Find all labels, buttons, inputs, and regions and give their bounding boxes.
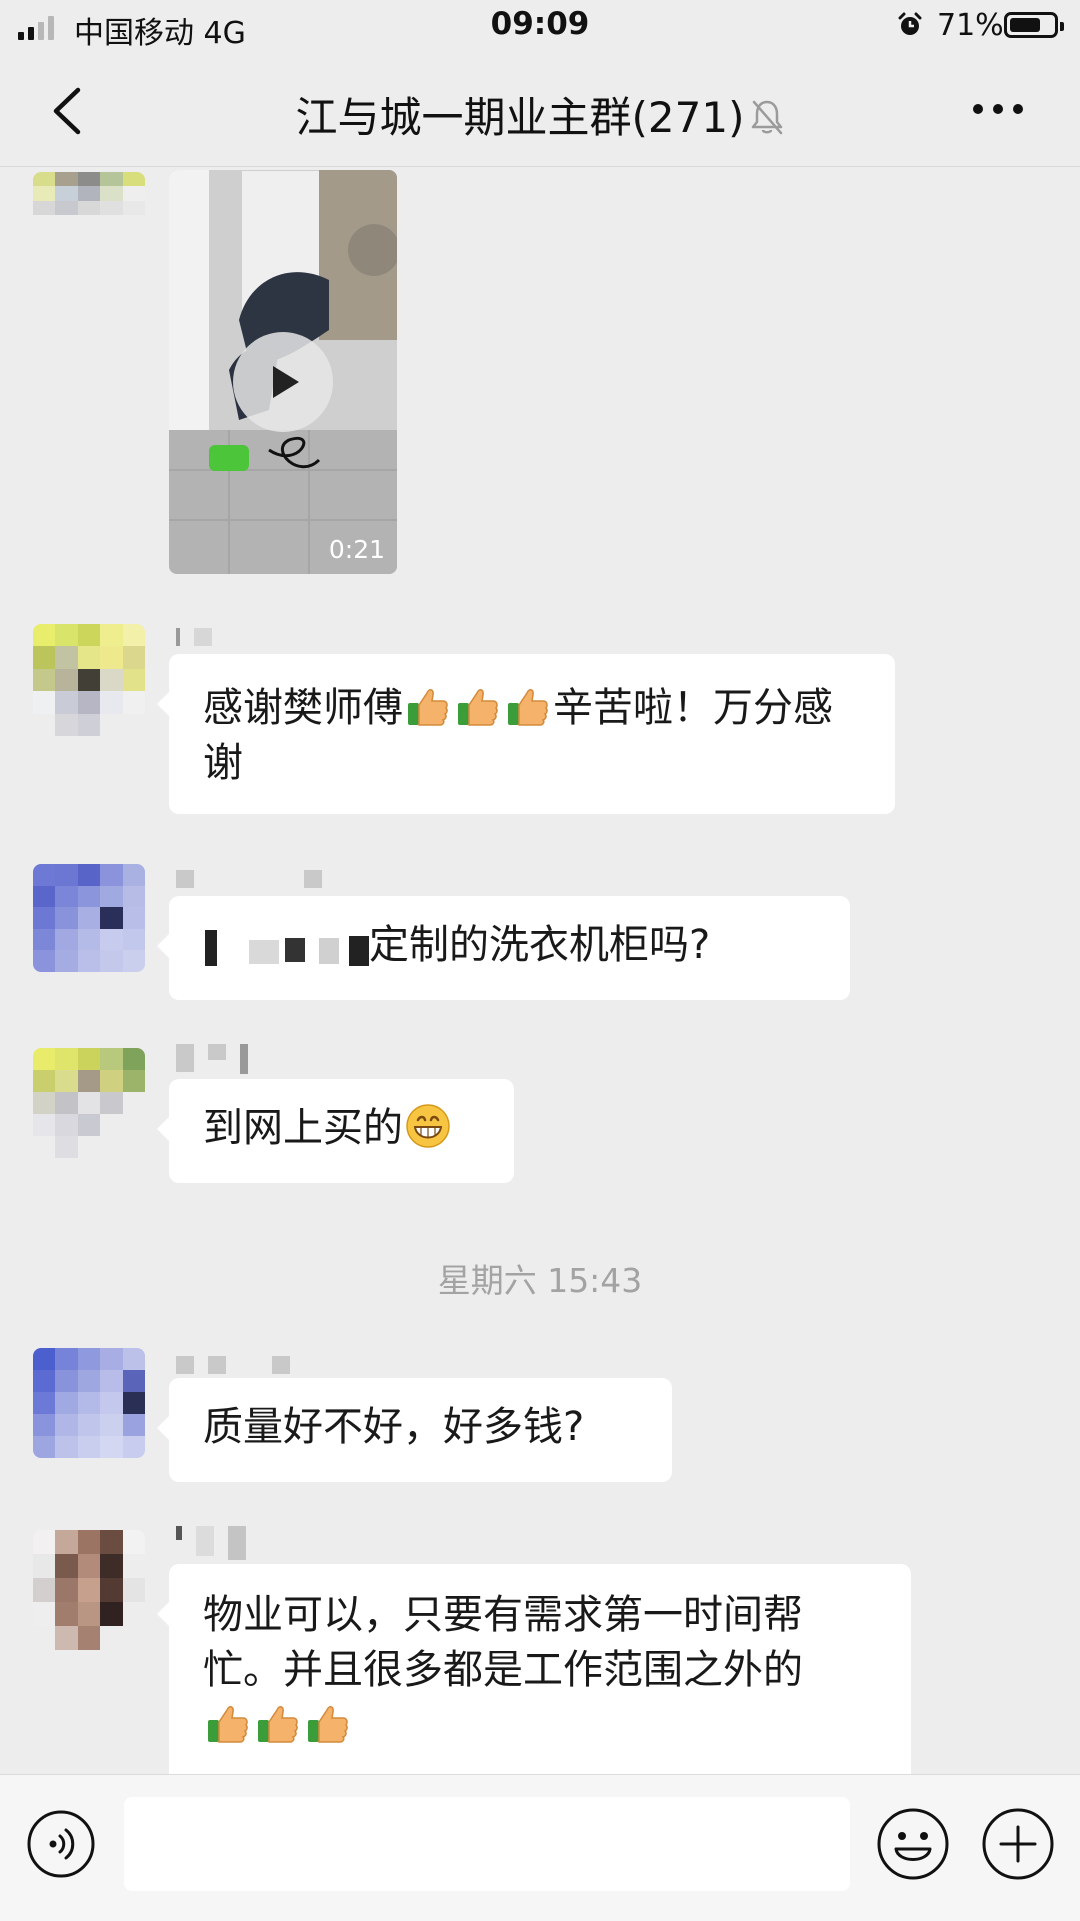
thumbs-up-emoji <box>208 1706 248 1743</box>
thumbs-up-row <box>203 1702 353 1748</box>
sender-name <box>176 1526 246 1562</box>
message-text: 感谢樊师傅 <box>203 685 403 731</box>
message-text: 质量好不好，好多钱? <box>203 1404 585 1450</box>
message-bubble[interactable]: 质量好不好，好多钱? <box>157 1378 672 1482</box>
battery-fill <box>1010 18 1040 32</box>
battery-percent: 71% <box>937 8 1004 43</box>
avatar[interactable] <box>33 624 145 736</box>
message-input[interactable] <box>124 1797 850 1891</box>
emoji-icon[interactable] <box>876 1807 950 1881</box>
alarm-icon <box>898 12 922 35</box>
chat-header: 江与城一期业主群(271) <box>0 56 1080 167</box>
thumbs-up-emoji <box>258 1706 298 1743</box>
redaction <box>189 896 379 996</box>
thumbs-up-emoji <box>458 689 498 726</box>
message-text: 到网上买的 <box>203 1105 403 1151</box>
battery-icon <box>1004 12 1064 38</box>
plus-icon[interactable] <box>981 1807 1055 1881</box>
voice-icon[interactable] <box>26 1809 96 1879</box>
message-bubble[interactable]: 到网上买的 <box>157 1079 514 1183</box>
grin-emoji <box>406 1104 450 1148</box>
message-bubble[interactable]: 定制的洗衣机柜吗? <box>157 896 850 1000</box>
sender-name <box>176 870 322 892</box>
avatar[interactable] <box>33 1348 145 1458</box>
message-bubble[interactable]: 感谢樊师傅 辛苦啦！万分感谢 <box>157 654 895 814</box>
chat-title: 江与城一期业主群(271) <box>295 93 745 142</box>
sender-name <box>176 628 212 650</box>
status-bar: 中国移动 4G 09:09 71% <box>0 0 1080 56</box>
thumbs-up-row <box>403 685 553 731</box>
avatar[interactable] <box>33 864 145 972</box>
timestamp: 星期六 15:43 <box>437 1261 643 1300</box>
avatar[interactable] <box>33 1530 145 1650</box>
sender-name <box>176 1356 290 1378</box>
play-icon[interactable] <box>231 330 335 434</box>
video-message[interactable]: 0:21 <box>169 170 397 574</box>
mute-bell-icon <box>752 100 783 135</box>
message-text: 定制的洗衣机柜吗? <box>369 922 711 968</box>
message-bubble[interactable]: 物业可以，只要有需求第一时间帮忙。并且很多都是工作范围之外的 <box>157 1564 911 1774</box>
input-bar <box>0 1774 1080 1921</box>
avatar[interactable] <box>33 172 145 244</box>
sender-name <box>176 1044 248 1076</box>
avatar[interactable] <box>33 1048 145 1158</box>
thumbs-up-emoji <box>408 689 448 726</box>
video-duration: 0:21 <box>328 535 385 564</box>
title-wrap: 江与城一期业主群(271) <box>0 84 1080 145</box>
more-icon[interactable] <box>972 94 1024 124</box>
thumbs-up-emoji <box>508 689 548 726</box>
thumbs-up-emoji <box>308 1706 348 1743</box>
message-text: 物业可以，只要有需求第一时间帮忙。并且很多都是工作范围之外的 <box>203 1592 803 1693</box>
